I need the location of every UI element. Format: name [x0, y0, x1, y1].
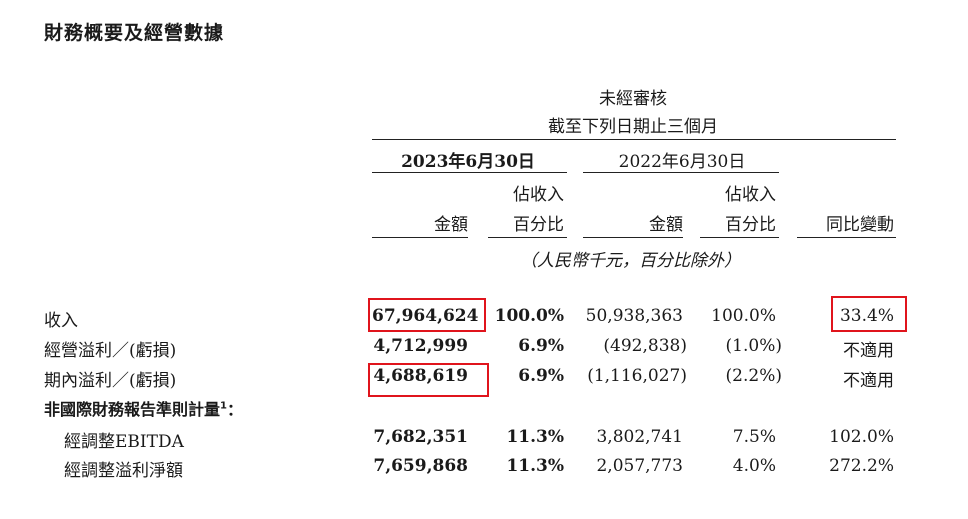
divider — [700, 237, 779, 238]
period-profit-2022: (1,116,027) — [587, 366, 687, 386]
divider — [583, 237, 683, 238]
row-label-period-profit: 期內溢利／(虧損) — [44, 371, 177, 391]
period-profit-pct-2022: (2.2%) — [725, 366, 782, 386]
yoy-header: 同比變動 — [826, 215, 894, 235]
pct23-header-1: 佔收入 — [513, 185, 564, 205]
operating-profit-2022: (492,838) — [603, 336, 687, 356]
pct23-header-2: 百分比 — [513, 215, 564, 235]
highlight-box-yoy — [831, 296, 907, 332]
unit-note: （人民幣千元，百分比除外） — [520, 251, 741, 271]
non-ifrs-label: 非國際財務報告準則計量 — [44, 400, 221, 419]
footnote-ref: 1 — [220, 400, 227, 412]
adjusted-ebitda-2022: 3,802,741 — [596, 427, 683, 447]
adjusted-net-profit-yoy: 272.2% — [829, 456, 894, 476]
highlight-box-revenue — [368, 298, 486, 332]
highlight-box-period-profit — [368, 363, 489, 397]
amt23-header: 金額 — [434, 215, 468, 235]
divider — [372, 172, 567, 173]
date-2022: 2022年6月30日 — [618, 152, 746, 172]
operating-profit-yoy: 不適用 — [843, 341, 894, 361]
operating-profit-pct-2023: 6.9% — [518, 336, 564, 356]
divider — [372, 237, 468, 238]
pct22-header-1: 佔收入 — [725, 185, 776, 205]
unaudited-label: 未經審核 — [599, 89, 667, 109]
pct22-header-2: 百分比 — [725, 215, 776, 235]
operating-profit-pct-2022: (1.0%) — [725, 336, 782, 356]
revenue-pct-2022: 100.0% — [711, 306, 776, 326]
date-2023: 2023年6月30日 — [401, 152, 535, 172]
adjusted-ebitda-2023: 7,682,351 — [373, 427, 468, 447]
divider — [488, 237, 567, 238]
divider — [797, 237, 896, 238]
revenue-2022: 50,938,363 — [585, 306, 683, 326]
operating-profit-2023: 4,712,999 — [373, 336, 468, 356]
adjusted-net-profit-2023: 7,659,868 — [373, 456, 468, 476]
divider — [372, 139, 896, 140]
period-label: 截至下列日期止三個月 — [548, 117, 718, 137]
adjusted-net-profit-pct-2022: 4.0% — [732, 456, 776, 476]
divider — [583, 172, 779, 173]
row-label-adjusted-ebitda: 經調整EBITDA — [64, 432, 184, 452]
period-profit-yoy: 不適用 — [843, 371, 894, 391]
non-ifrs-colon: ： — [226, 400, 243, 419]
page-title: 財務概要及經營數據 — [44, 22, 225, 44]
row-label-operating-profit: 經營溢利／(虧損) — [44, 341, 177, 361]
row-label-revenue: 收入 — [44, 311, 78, 331]
row-label-adjusted-net-profit: 經調整溢利淨額 — [64, 461, 183, 481]
adjusted-net-profit-2022: 2,057,773 — [596, 456, 683, 476]
non-ifrs-heading: 非國際財務報告準則計量1： — [44, 396, 243, 420]
adjusted-ebitda-yoy: 102.0% — [829, 427, 894, 447]
adjusted-net-profit-pct-2023: 11.3% — [506, 456, 564, 476]
amt22-header: 金額 — [649, 215, 683, 235]
adjusted-ebitda-pct-2023: 11.3% — [506, 427, 564, 447]
adjusted-ebitda-pct-2022: 7.5% — [732, 427, 776, 447]
